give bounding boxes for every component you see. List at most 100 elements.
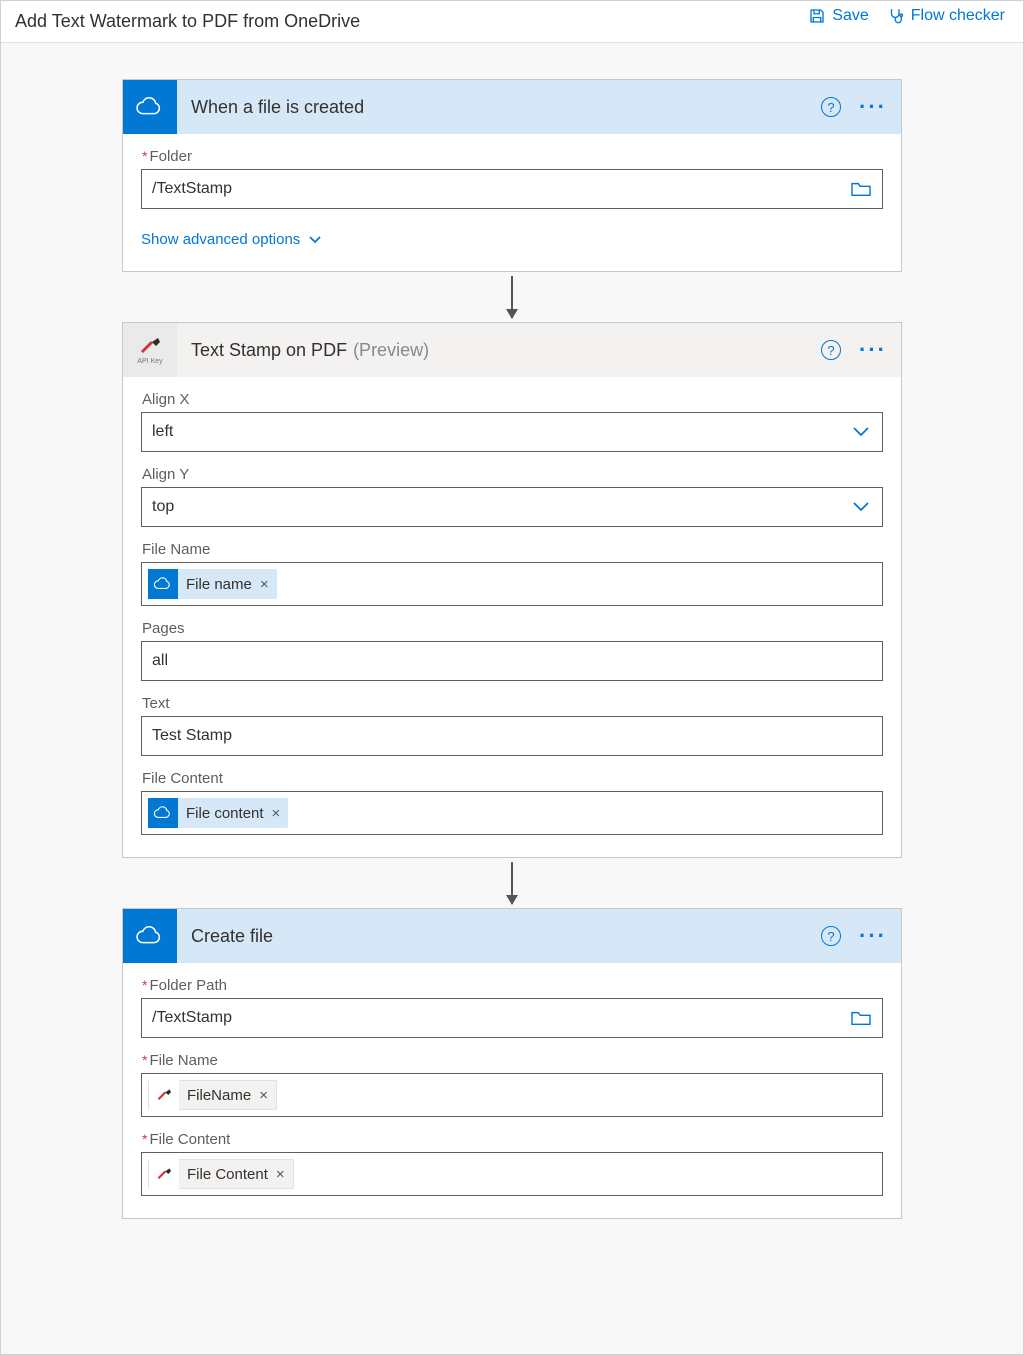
more-icon[interactable]: ···	[859, 931, 887, 941]
alignx-field: Align X left	[141, 391, 883, 452]
remove-chip-icon[interactable]: ×	[276, 1166, 285, 1183]
trigger-title: When a file is created	[191, 97, 364, 118]
alignx-select[interactable]: left	[141, 412, 883, 452]
text-value: Test Stamp	[152, 727, 232, 745]
folder-picker-icon[interactable]	[850, 1009, 872, 1027]
text-label: Text	[142, 695, 883, 712]
filename-input[interactable]: FileName ×	[141, 1073, 883, 1117]
wrench-icon	[155, 1088, 173, 1102]
folderpath-value: /TextStamp	[152, 1009, 232, 1027]
trigger-header[interactable]: When a file is created ? ···	[123, 80, 901, 134]
textstamp-header[interactable]: API Key Text Stamp on PDF (Preview) ? ··…	[123, 323, 901, 377]
show-advanced-label: Show advanced options	[141, 231, 300, 248]
text-input[interactable]: Test Stamp	[141, 716, 883, 756]
filename-field: File Name FileName ×	[141, 1052, 883, 1117]
trigger-header-actions: ? ···	[821, 97, 887, 117]
apikey-chip-icon	[149, 1080, 179, 1110]
cloud-icon	[135, 926, 165, 946]
onedrive-chip-icon	[148, 569, 178, 599]
preview-tag: (Preview)	[353, 340, 429, 361]
createfile-header[interactable]: Create file ? ···	[123, 909, 901, 963]
createfile-header-actions: ? ···	[821, 926, 887, 946]
filecontent-label: File Content	[142, 770, 883, 787]
action-card-createfile[interactable]: Create file ? ··· Folder Path /TextStamp…	[122, 908, 902, 1219]
filecontent-input[interactable]: File content ×	[141, 791, 883, 835]
arrow-connector	[511, 276, 513, 318]
onedrive-icon	[123, 909, 177, 963]
alignx-label: Align X	[142, 391, 883, 408]
folder-picker-icon[interactable]	[850, 180, 872, 198]
chevron-down-icon	[852, 426, 870, 438]
folderpath-input[interactable]: /TextStamp	[141, 998, 883, 1038]
save-button[interactable]: Save	[808, 7, 868, 25]
textstamp-body: Align X left Align Y top File Name	[123, 377, 901, 857]
topbar-actions: Save Flow checker	[808, 7, 1005, 25]
folder-value: /TextStamp	[152, 180, 232, 198]
aligny-value: top	[152, 498, 174, 516]
action-card-textstamp[interactable]: API Key Text Stamp on PDF (Preview) ? ··…	[122, 322, 902, 858]
trigger-card[interactable]: When a file is created ? ··· Folder /Tex…	[122, 79, 902, 272]
filename-label: File Name	[142, 1052, 883, 1069]
more-icon[interactable]: ···	[859, 102, 887, 112]
alignx-value: left	[152, 423, 173, 441]
filename-input[interactable]: File name ×	[141, 562, 883, 606]
cloud-icon	[153, 806, 173, 820]
filecontent-field: File Content File Content ×	[141, 1131, 883, 1196]
chip-label: File name	[186, 576, 252, 593]
wrench-icon	[155, 1167, 173, 1181]
pages-field: Pages all	[141, 620, 883, 681]
apikey-icon: API Key	[123, 323, 177, 377]
onedrive-icon	[123, 80, 177, 134]
remove-chip-icon[interactable]: ×	[272, 805, 281, 822]
flow-checker-label: Flow checker	[911, 7, 1005, 25]
aligny-field: Align Y top	[141, 466, 883, 527]
apikey-chip-icon	[149, 1159, 179, 1189]
app-frame: Add Text Watermark to PDF from OneDrive …	[0, 0, 1024, 1355]
createfile-body: Folder Path /TextStamp File Name FileNa	[123, 963, 901, 1218]
filename-label: File Name	[142, 541, 883, 558]
onedrive-chip-icon	[148, 798, 178, 828]
help-icon[interactable]: ?	[821, 340, 841, 360]
chip-label: FileName	[187, 1087, 251, 1104]
aligny-select[interactable]: top	[141, 487, 883, 527]
chip-label: File content	[186, 805, 264, 822]
save-label: Save	[832, 7, 868, 25]
folderpath-label: Folder Path	[142, 977, 883, 994]
arrow-connector	[511, 862, 513, 904]
stethoscope-icon	[887, 7, 905, 25]
apikey-caption: API Key	[137, 358, 162, 365]
dynamic-content-chip-filecontent[interactable]: File Content ×	[148, 1159, 294, 1189]
wrench-icon	[137, 336, 163, 356]
cloud-icon	[135, 97, 165, 117]
chevron-down-icon	[852, 501, 870, 513]
chip-label: File Content	[187, 1166, 268, 1183]
textstamp-header-actions: ? ···	[821, 340, 887, 360]
pages-input[interactable]: all	[141, 641, 883, 681]
filecontent-field: File Content File content ×	[141, 770, 883, 835]
folderpath-field: Folder Path /TextStamp	[141, 977, 883, 1038]
filecontent-label: File Content	[142, 1131, 883, 1148]
help-icon[interactable]: ?	[821, 97, 841, 117]
help-icon[interactable]: ?	[821, 926, 841, 946]
trigger-body: Folder /TextStamp Show advanced options	[123, 134, 901, 271]
folder-input[interactable]: /TextStamp	[141, 169, 883, 209]
cloud-icon	[153, 577, 173, 591]
folder-field: Folder /TextStamp	[141, 148, 883, 209]
remove-chip-icon[interactable]: ×	[260, 576, 269, 593]
remove-chip-icon[interactable]: ×	[259, 1087, 268, 1104]
filename-field: File Name File name ×	[141, 541, 883, 606]
folder-label: Folder	[142, 148, 883, 165]
dynamic-content-chip-filecontent[interactable]: File content ×	[148, 798, 288, 828]
more-icon[interactable]: ···	[859, 345, 887, 355]
createfile-title: Create file	[191, 926, 273, 947]
chevron-down-icon	[308, 235, 322, 245]
flow-checker-button[interactable]: Flow checker	[887, 7, 1005, 25]
filecontent-input[interactable]: File Content ×	[141, 1152, 883, 1196]
topbar: Add Text Watermark to PDF from OneDrive …	[1, 1, 1023, 43]
dynamic-content-chip-filename[interactable]: File name ×	[148, 569, 277, 599]
canvas: When a file is created ? ··· Folder /Tex…	[1, 43, 1023, 1259]
page-title: Add Text Watermark to PDF from OneDrive	[15, 11, 360, 32]
dynamic-content-chip-filename[interactable]: FileName ×	[148, 1080, 277, 1110]
textstamp-title: Text Stamp on PDF	[191, 340, 347, 361]
show-advanced-link[interactable]: Show advanced options	[141, 231, 322, 248]
